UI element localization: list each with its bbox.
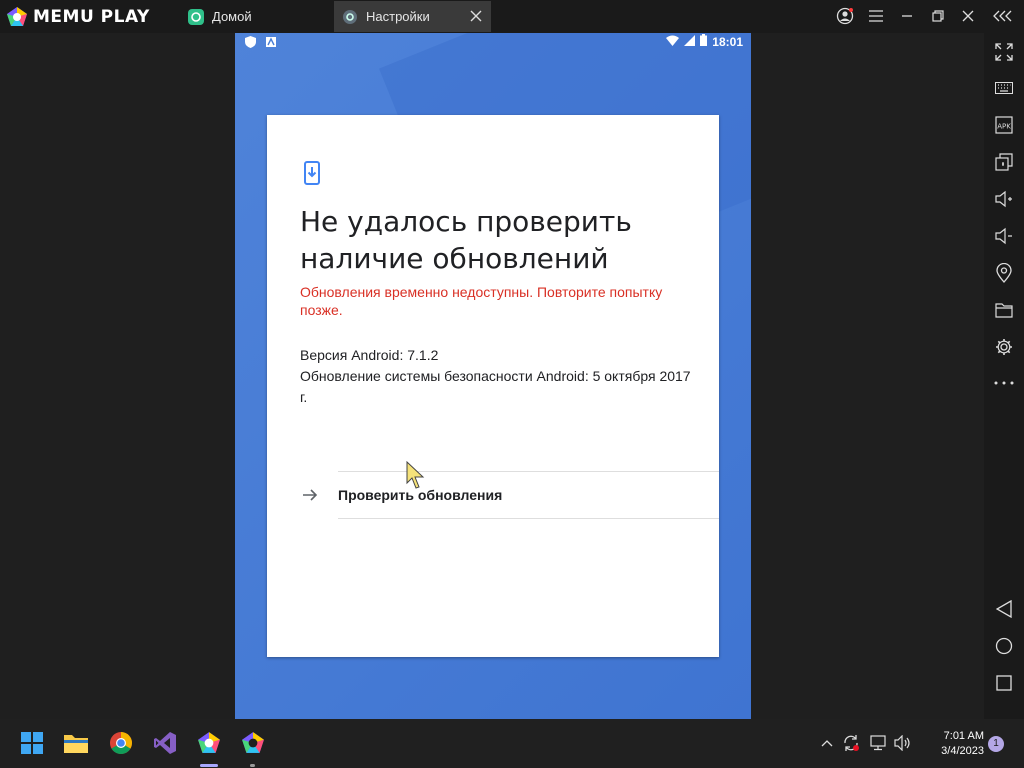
active-app-indicator [200,764,218,767]
update-error-message: Обновления временно недоступны. Повторит… [300,284,663,318]
update-heading: Не удалось проверить наличие обновлений [300,205,632,275]
restore-icon[interactable] [928,6,948,26]
minimize-icon[interactable] [897,6,917,26]
update-card: Не удалось проверить наличие обновлений … [267,115,719,657]
running-app-indicator [250,764,255,767]
android-screen: 18:01 Не удалось проверить наличие обнов… [235,33,751,719]
keyboard-icon[interactable] [992,76,1016,100]
memu-logo: MEMU PLAY [6,6,150,28]
fullscreen-icon[interactable] [992,40,1016,64]
security-update-date: Обновление системы безопасности Android:… [300,368,691,405]
account-icon[interactable] [835,6,855,26]
folder-icon[interactable] [992,298,1016,322]
sync-icon[interactable] [841,733,861,753]
volume-down-icon[interactable] [992,224,1016,248]
memu-taskbar-icon[interactable] [195,729,223,757]
notification-app-icon [266,36,276,51]
network-icon[interactable] [869,733,889,753]
tab-home[interactable]: Домой [180,1,330,32]
settings-app-icon [342,9,358,25]
svg-text:APK: APK [997,123,1011,131]
battery-icon [700,34,708,49]
system-info: Версия Android: 7.1.2 Обновление системы… [300,345,700,408]
wifi-icon [666,35,680,49]
windows-taskbar: 7:01 AM 3/4/2023 1 [0,719,1024,768]
notification-badge[interactable]: 1 [988,736,1004,752]
check-updates-button[interactable]: Проверить обновления [267,471,719,519]
home-app-icon [188,8,204,25]
arrow-right-icon [300,485,320,505]
chrome-icon[interactable] [107,729,135,757]
volume-up-icon[interactable] [992,187,1016,211]
file-explorer-icon[interactable] [62,729,90,757]
settings-gear-icon[interactable] [992,335,1016,359]
emulator-sidebar: APK [984,33,1024,719]
location-icon[interactable] [992,261,1016,285]
divider-bottom [338,518,719,519]
android-back-icon[interactable] [992,597,1016,621]
logo-text: MEMU PLAY [33,7,150,27]
windows-start-icon[interactable] [18,729,46,757]
android-version: Версия Android: 7.1.2 [300,347,439,363]
tab-settings-label: Настройки [366,9,430,24]
taskbar-time: 7:01 AM [943,730,984,742]
visual-studio-icon[interactable] [151,729,179,757]
android-home-icon[interactable] [992,634,1016,658]
speaker-icon[interactable] [893,733,913,753]
close-window-icon[interactable] [958,6,978,26]
multi-instance-icon[interactable] [992,150,1016,174]
signal-icon [684,34,696,49]
more-options-icon[interactable] [992,371,1016,395]
tab-settings[interactable]: Настройки [334,1,491,32]
taskbar-date: 3/4/2023 [941,745,984,757]
system-update-icon [304,161,320,185]
memu-multi-icon[interactable] [239,729,267,757]
android-recents-icon[interactable] [992,671,1016,695]
menu-icon[interactable] [866,6,886,26]
memu-logo-icon [7,7,27,26]
taskbar-clock[interactable]: 7:01 AM 3/4/2023 [918,729,984,759]
tab-close-icon[interactable] [469,9,483,23]
tray-overflow-icon[interactable] [817,733,837,753]
mouse-cursor-icon [406,460,428,491]
apk-icon[interactable]: APK [992,113,1016,137]
collapse-sidebar-icon[interactable] [993,6,1013,26]
title-bar: MEMU PLAY Домой Настройки [0,0,1024,33]
shield-icon [245,36,256,51]
android-status-bar: 18:01 [235,33,751,51]
android-clock: 18:01 [712,34,743,49]
tab-home-label: Домой [212,9,252,24]
